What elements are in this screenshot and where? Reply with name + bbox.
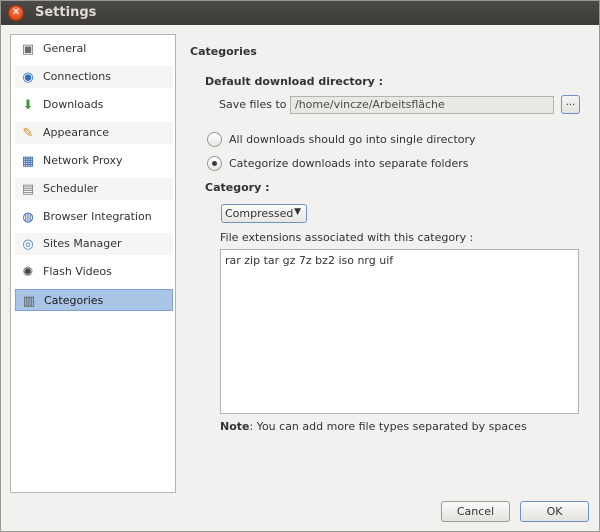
chevron-down-icon: ▼ xyxy=(294,207,301,217)
extensions-textarea[interactable]: rar zip tar gz 7z bz2 iso nrg uif xyxy=(220,249,579,414)
close-button[interactable]: ✕ xyxy=(8,5,24,21)
sidebar-item-network-proxy[interactable]: ▦ Network Proxy xyxy=(15,150,173,172)
sidebar-item-label: Downloads xyxy=(43,98,104,111)
default-dir-label: Default download directory : xyxy=(205,75,384,88)
sidebar-item-label: General xyxy=(43,42,87,55)
cancel-button[interactable]: Cancel xyxy=(441,501,510,522)
general-icon: ▣ xyxy=(21,41,35,57)
sidebar-item-categories[interactable]: ▥ Categories xyxy=(15,289,173,311)
title-bar: ✕ Settings xyxy=(1,1,599,25)
sidebar-item-label: Categories xyxy=(44,294,104,307)
connections-icon: ◉ xyxy=(22,69,34,85)
sidebar-item-connections[interactable]: ◉ Connections xyxy=(15,66,173,88)
category-label: Category : xyxy=(205,181,270,194)
sidebar-item-label: Flash Videos xyxy=(43,265,112,278)
ok-button[interactable]: OK xyxy=(520,501,589,522)
sidebar-item-label: Appearance xyxy=(43,126,110,139)
settings-window: ✕ Settings ▣ General ◉ Connections ⬇ Dow… xyxy=(0,0,600,532)
sidebar-item-sites-manager[interactable]: ◎ Sites Manager xyxy=(15,233,173,255)
sidebar-item-label: Network Proxy xyxy=(43,154,123,167)
note-text: Note: You can add more file types separa… xyxy=(220,420,527,433)
save-files-label: Save files to : xyxy=(219,98,294,111)
sidebar-item-label: Scheduler xyxy=(43,182,99,195)
note-bold: Note xyxy=(220,420,250,433)
extensions-label: File extensions associated with this cat… xyxy=(220,231,474,244)
radio-single-directory[interactable] xyxy=(207,132,222,147)
window-title: Settings xyxy=(35,5,97,20)
sidebar-item-flash-videos[interactable]: ✺ Flash Videos xyxy=(15,261,173,283)
browser-integration-icon: ◍ xyxy=(22,209,34,225)
note-body: : You can add more file types separated … xyxy=(249,420,527,433)
scheduler-icon: ▤ xyxy=(21,181,35,197)
section-title: Categories xyxy=(190,45,257,58)
category-select-value: Compressed xyxy=(225,207,294,220)
appearance-icon: ✎ xyxy=(22,125,34,141)
category-select[interactable]: Compressed ▼ xyxy=(221,204,307,223)
save-path-field[interactable]: /home/vincze/Arbeitsfläche xyxy=(290,96,554,114)
sidebar-item-label: Sites Manager xyxy=(43,237,122,250)
radio-single-label[interactable]: All downloads should go into single dire… xyxy=(229,133,476,146)
sidebar-item-browser-integration[interactable]: ◍ Browser Integration xyxy=(15,206,173,228)
radio-separate-label[interactable]: Categorize downloads into separate folde… xyxy=(229,157,469,170)
network-proxy-icon: ▦ xyxy=(21,153,35,169)
browse-button[interactable]: ... xyxy=(561,95,580,114)
flash-videos-icon: ✺ xyxy=(22,264,34,280)
sidebar-item-label: Browser Integration xyxy=(43,210,152,223)
close-icon: ✕ xyxy=(11,7,21,18)
sidebar-item-general[interactable]: ▣ General xyxy=(15,38,173,60)
sidebar-item-label: Connections xyxy=(43,70,111,83)
sidebar-item-appearance[interactable]: ✎ Appearance xyxy=(15,122,173,144)
sidebar-item-scheduler[interactable]: ▤ Scheduler xyxy=(15,178,173,200)
sites-manager-icon: ◎ xyxy=(22,236,34,252)
sidebar-item-downloads[interactable]: ⬇ Downloads xyxy=(15,94,173,116)
radio-separate-folders[interactable] xyxy=(207,156,222,171)
settings-sidebar: ▣ General ◉ Connections ⬇ Downloads ✎ Ap… xyxy=(10,34,176,493)
categories-panel: Categories Default download directory : … xyxy=(186,34,591,493)
categories-icon: ▥ xyxy=(22,293,36,309)
downloads-icon: ⬇ xyxy=(22,97,34,113)
